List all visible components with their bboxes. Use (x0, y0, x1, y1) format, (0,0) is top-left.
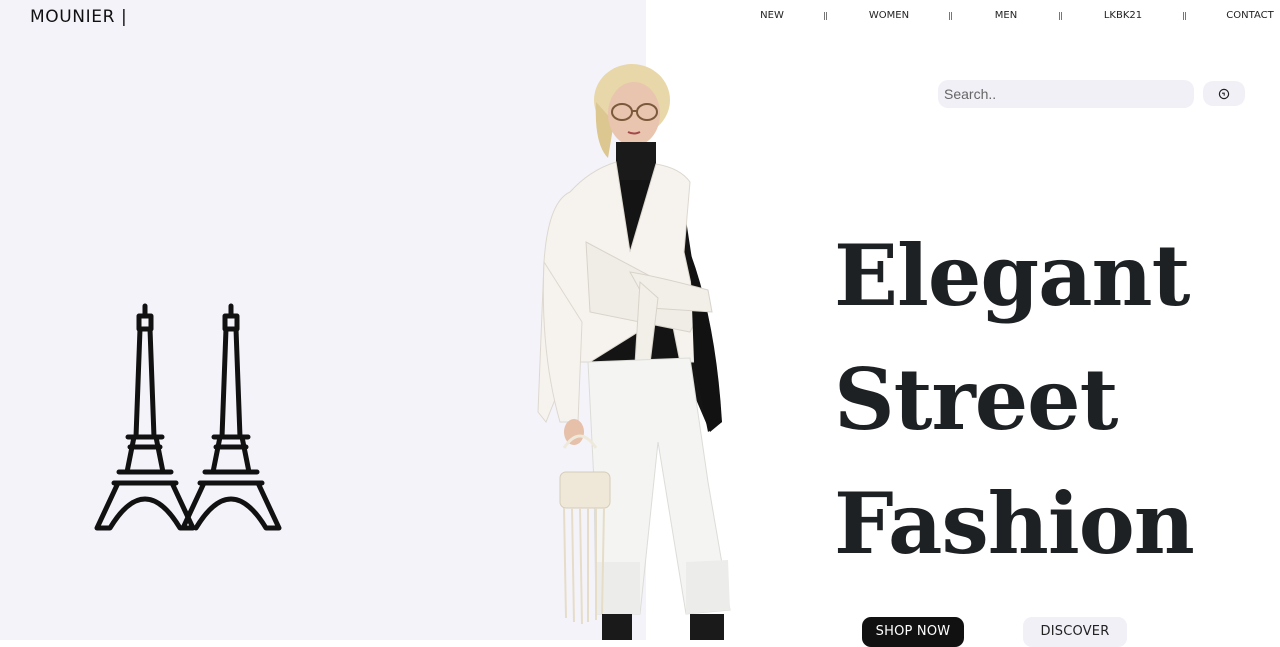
nav-separator (949, 12, 952, 20)
eiffel-towers-icon (94, 303, 282, 531)
nav-separator (1183, 12, 1186, 20)
headline-line-2: Street (834, 350, 1118, 449)
headline-line-3: Fashion (834, 474, 1195, 573)
main-nav: NEW WOMEN MEN LKBK21 CONTACT (740, 10, 1274, 24)
nav-link-women[interactable]: WOMEN (869, 10, 909, 21)
nav-link-lkbk21[interactable]: LKBK21 (1104, 10, 1142, 21)
search-icon (1218, 88, 1230, 99)
nav-link-contact[interactable]: CONTACT (1226, 10, 1273, 21)
nav-separator (824, 12, 827, 20)
search-input[interactable] (938, 80, 1194, 108)
nav-link-new[interactable]: NEW (760, 10, 784, 21)
nav-separator (1059, 12, 1062, 20)
headline-line-1: Elegant (834, 226, 1190, 325)
discover-button[interactable]: DISCOVER (1023, 617, 1127, 647)
hero-headline: Elegant Street Fashion (834, 214, 1195, 586)
nav-link-men[interactable]: MEN (995, 10, 1017, 21)
brand-logo[interactable]: MOUNIER | (30, 7, 127, 27)
search-button[interactable] (1203, 81, 1245, 106)
shop-now-button[interactable]: SHOP NOW (862, 617, 964, 647)
fashion-model (537, 64, 731, 640)
